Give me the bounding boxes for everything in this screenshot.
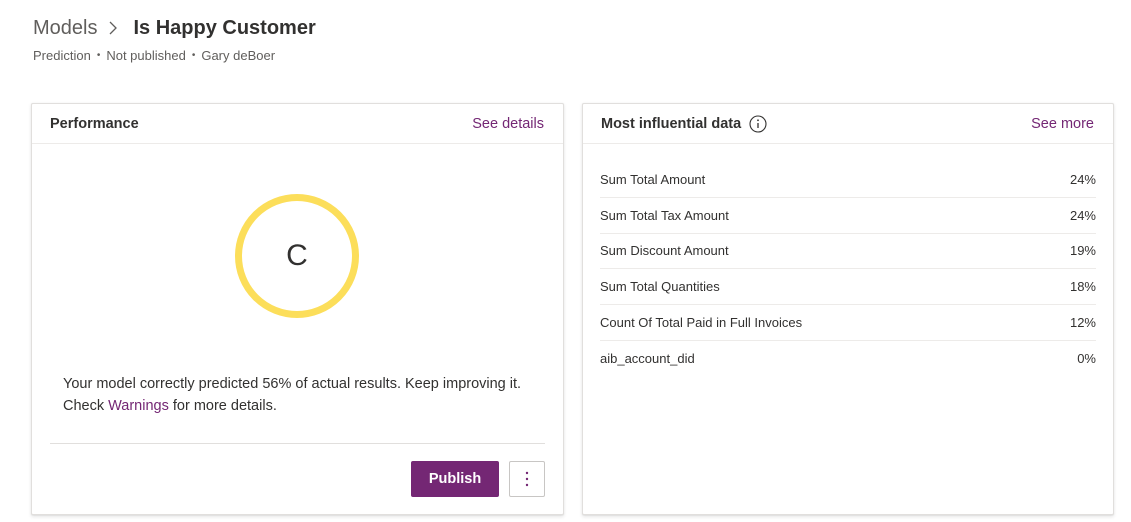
performance-message-tail: for more details. [168,398,277,414]
page-header: Models Is Happy Customer Prediction • No… [33,14,316,64]
breadcrumb: Models Is Happy Customer [33,14,316,42]
breadcrumb-models-link[interactable]: Models [33,17,97,40]
influential-title: Most influential data [601,114,767,133]
influential-data-card: Most influential data See more Sum Total… [582,103,1114,515]
see-more-link[interactable]: See more [1031,116,1094,132]
divider [50,443,545,444]
more-options-button[interactable] [509,461,545,497]
performance-card-header: Performance See details [32,104,563,144]
list-item: Sum Total Tax Amount 24% [600,198,1096,234]
list-item: Sum Discount Amount 19% [600,234,1096,270]
feature-name: aib_account_did [600,351,695,367]
model-type: Prediction [33,48,91,63]
influential-list: Sum Total Amount 24% Sum Total Tax Amoun… [600,162,1096,377]
influential-card-header: Most influential data See more [583,104,1113,144]
feature-name: Count Of Total Paid in Full Invoices [600,315,803,331]
feature-name: Sum Discount Amount [600,243,729,259]
model-owner: Gary deBoer [201,48,276,63]
feature-name: Sum Total Quantities [600,279,720,295]
feature-weight: 18% [1069,279,1096,295]
feature-name: Sum Total Amount [600,171,706,187]
grade-letter: C [286,239,308,272]
feature-weight: 24% [1069,171,1096,187]
feature-weight: 0% [1077,351,1096,367]
performance-title: Performance [50,115,139,132]
model-meta: Prediction • Not published • Gary deBoer [33,48,316,63]
list-item: Sum Total Quantities 18% [600,269,1096,306]
grade-ring: C [235,194,359,318]
feature-weight: 12% [1069,315,1096,331]
performance-message: Your model correctly predicted 56% of ac… [63,373,543,417]
meta-separator: • [96,50,101,61]
publish-button[interactable]: Publish [411,461,499,497]
meta-separator: • [191,50,196,61]
chevron-right-icon [103,14,127,42]
see-details-link[interactable]: See details [472,116,544,132]
influential-title-text: Most influential data [601,115,742,132]
warnings-link[interactable]: Warnings [108,398,169,414]
list-item: Count Of Total Paid in Full Invoices 12% [600,305,1096,341]
performance-card: Performance See details C Your model cor… [31,103,564,515]
feature-weight: 24% [1069,207,1096,223]
page-title: Is Happy Customer [133,16,316,39]
feature-name: Sum Total Tax Amount [600,207,729,223]
model-status: Not published [106,48,186,63]
more-vertical-icon [525,471,529,487]
info-icon[interactable] [749,114,767,133]
feature-weight: 19% [1069,243,1096,259]
list-item: aib_account_did 0% [600,341,1096,377]
list-item: Sum Total Amount 24% [600,162,1096,198]
